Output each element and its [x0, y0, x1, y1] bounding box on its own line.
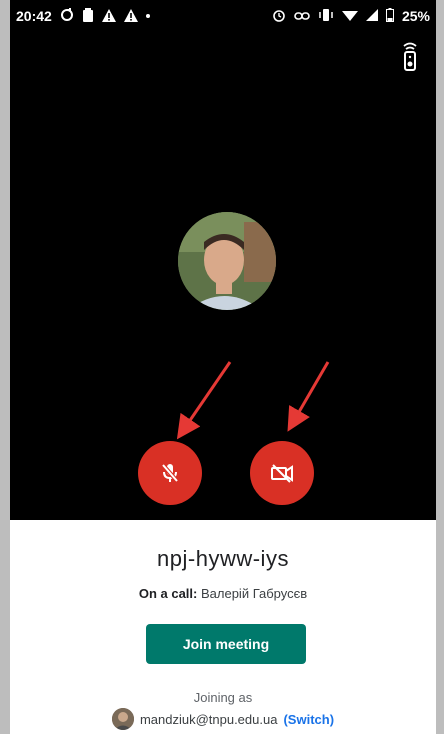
account-email: mandziuk@tnpu.edu.ua [139, 711, 278, 727]
joining-as-label: Joining as [193, 690, 253, 705]
speaker-icon[interactable] [402, 42, 418, 72]
join-panel: npj-hyww-iys On a call: Валерій Габрусєв… [10, 520, 436, 734]
mic-toggle-button[interactable] [138, 441, 202, 505]
account-row: mandziuk@tnpu.edu.ua (Switch) [10, 708, 436, 730]
arrow-to-mic [176, 361, 232, 440]
meeting-code: npj-hyww-iys [157, 546, 289, 571]
participant-avatar [178, 212, 276, 310]
arrow-to-camera [287, 361, 330, 432]
on-call-info: On a call: Валерій Габрусєв [10, 586, 436, 601]
notification-dot-icon [145, 14, 150, 18]
signal-icon [365, 9, 378, 23]
battery-icon [385, 8, 394, 24]
phone-screen: 20:42 25% npj-hyww-iys On a call: Валері… [10, 0, 436, 734]
alarm-icon [272, 8, 286, 24]
warning-icon [123, 8, 138, 24]
videocam-off-icon [271, 464, 293, 483]
switch-account-link[interactable]: (Switch) [283, 712, 334, 727]
wifi-icon [341, 9, 358, 23]
vibrate-icon [318, 8, 334, 24]
camera-toggle-button[interactable] [250, 441, 314, 505]
mic-off-icon [161, 463, 179, 483]
join-meeting-button[interactable]: Join meeting [146, 624, 306, 664]
switch-label[interactable]: Switch [288, 712, 330, 727]
battery-percent: 25% [401, 8, 430, 24]
screenshot-frame: 20:42 25% npj-hyww-iys On a call: Валері… [0, 0, 444, 734]
account-avatar [111, 708, 134, 730]
on-call-name: Валерій Габрусєв [200, 586, 308, 601]
warning-icon [101, 8, 116, 24]
status-time: 20:42 [16, 8, 52, 24]
status-left: 20:42 [16, 8, 150, 24]
status-right: 25% [272, 8, 430, 24]
clipboard-icon [82, 8, 94, 24]
link-icon [294, 10, 310, 23]
on-call-label: On a call: [138, 586, 198, 601]
status-bar: 20:42 25% [10, 0, 436, 32]
paren-close: ) [329, 711, 335, 727]
sync-icon [60, 8, 74, 24]
